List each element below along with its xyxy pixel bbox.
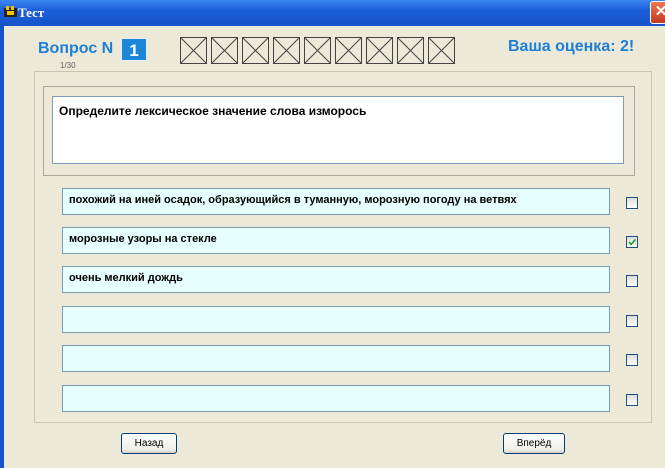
question-status-box [428,37,455,64]
cross-icon [336,38,361,63]
cross-icon [212,38,237,63]
cross-icon [181,38,206,63]
back-button[interactable]: Назад [121,433,177,454]
cross-icon [398,38,423,63]
forward-button[interactable]: Вперёд [503,433,565,454]
question-counter: 1/30 [60,61,76,70]
question-status-box [366,37,393,64]
question-status-box [304,37,331,64]
answer-field-2[interactable]: морозные узоры на стекле [62,227,610,254]
cross-icon [429,38,454,63]
question-status-box [242,37,269,64]
answer-checkbox-2[interactable] [626,236,638,248]
question-status-box [335,37,362,64]
answer-field-4[interactable] [62,306,610,333]
answer-field-3[interactable]: очень мелкий дождь [62,266,610,293]
cross-icon [367,38,392,63]
answer-checkbox-6[interactable] [626,394,638,406]
title-bar: Тест ✕ [0,0,665,26]
question-number: 1 [121,38,147,61]
cross-icon [243,38,268,63]
window-title: Тест [18,5,45,20]
question-text: Определите лексическое значение слова из… [52,96,624,164]
question-status-box [397,37,424,64]
cross-icon [305,38,330,63]
app-icon [4,6,17,17]
close-icon: ✕ [654,3,665,20]
answer-field-6[interactable] [62,385,610,412]
question-number-label: Вопрос N [38,40,114,57]
close-button[interactable]: ✕ [650,1,665,24]
question-status-box [273,37,300,64]
answer-checkbox-3[interactable] [626,275,638,287]
progress-boxes [180,37,455,64]
answer-checkbox-1[interactable] [626,197,638,209]
question-status-box [180,37,207,64]
answer-checkbox-5[interactable] [626,354,638,366]
answer-field-1[interactable]: похожий на иней осадок, образующийся в т… [62,188,610,215]
question-status-box [211,37,238,64]
answer-checkbox-4[interactable] [626,315,638,327]
grade-label: Ваша оценка: 2! [508,38,635,55]
cross-icon [274,38,299,63]
answer-field-5[interactable] [62,345,610,372]
checkmark-icon [628,238,637,246]
